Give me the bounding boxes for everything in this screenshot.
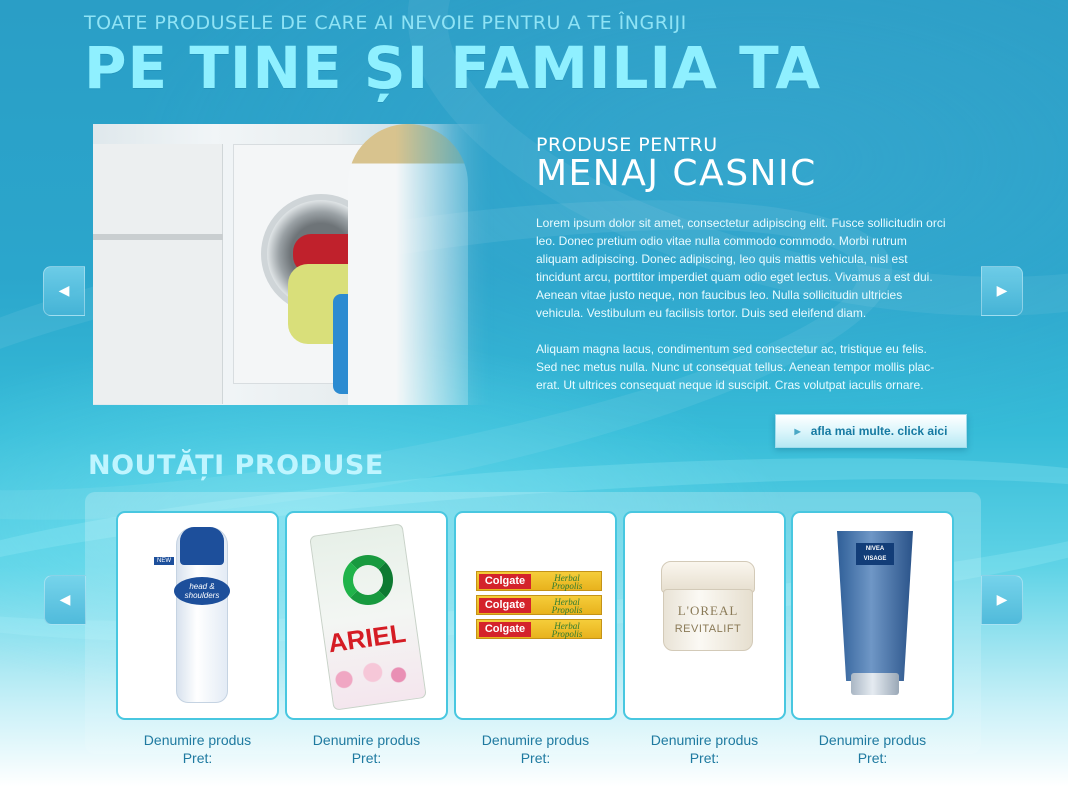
product-price: Pret:	[857, 750, 888, 766]
arrow-left-icon: ◀	[59, 592, 71, 608]
product-name[interactable]: Denumire produs	[285, 732, 448, 748]
new-badge: NEW	[154, 557, 174, 565]
hero-paragraph: Lorem ipsum dolor sit amet, consectetur …	[536, 216, 946, 320]
toothpaste-box-image: Colgate Herbal Propolis	[476, 595, 602, 615]
hero-paragraph: Aliquam magna lacus, condimentum sed con…	[536, 342, 935, 392]
product-name[interactable]: Denumire produs	[454, 732, 617, 748]
hero-prev-button[interactable]: ◀	[43, 266, 85, 316]
product-item: NEW head & shoulders Denumire produs Pre…	[116, 511, 279, 766]
hero-next-button[interactable]: ▶	[981, 266, 1023, 316]
product-price: Pret:	[689, 750, 720, 766]
product-name[interactable]: Denumire produs	[791, 732, 954, 748]
arrow-left-icon: ◀	[58, 283, 70, 299]
woman-figure	[348, 124, 468, 405]
product-price: Pret:	[182, 750, 213, 766]
product-card[interactable]: Colgate Herbal Propolis Colgate Herbal P…	[454, 511, 617, 720]
product-price: Pret:	[520, 750, 551, 766]
product-card[interactable]: ARIEL	[285, 511, 448, 720]
product-brand: L'OREAL	[677, 603, 739, 618]
product-item: Colgate Herbal Propolis Colgate Herbal P…	[454, 511, 617, 766]
arrow-right-icon: ▶	[996, 592, 1008, 608]
hero-image	[93, 124, 497, 405]
product-name[interactable]: Denumire produs	[116, 732, 279, 748]
hero-text: PRODUSE PENTRU MENAJ CASNIC Lorem ipsum …	[536, 134, 951, 394]
product-price: Pret:	[351, 750, 382, 766]
product-card[interactable]: NIVEA VISAGE	[791, 511, 954, 720]
product-card[interactable]: L'OREAL REVITALIFT	[623, 511, 786, 720]
product-card[interactable]: NEW head & shoulders	[116, 511, 279, 720]
product-item: ARIEL Denumire produs Pret:	[285, 511, 448, 766]
product-brand: head & shoulders	[174, 577, 230, 605]
product-item: L'OREAL REVITALIFT Denumire produs Pret:	[623, 511, 786, 766]
product-brand: Colgate	[479, 574, 531, 589]
products-next-button[interactable]: ▶	[981, 575, 1023, 625]
products-prev-button[interactable]: ◀	[44, 575, 86, 625]
product-item: NIVEA VISAGE Denumire produs Pret:	[791, 511, 954, 766]
product-name[interactable]: Denumire produs	[623, 732, 786, 748]
header-subtitle: TOATE PRODUSELE DE CARE AI NEVOIE PENTRU…	[84, 12, 687, 34]
header-title: PE TINE ȘI FAMILIA TA	[84, 34, 822, 102]
product-brand: NIVEA VISAGE	[856, 543, 894, 565]
bullet-icon: ▶	[794, 426, 801, 436]
arrow-right-icon: ▶	[996, 283, 1008, 299]
read-more-button[interactable]: ▶ afla mai multe. click aici	[775, 414, 967, 448]
toothpaste-box-image: Colgate Herbal Propolis	[476, 571, 602, 591]
toothpaste-box-image: Colgate Herbal Propolis	[476, 619, 602, 639]
hero-heading: MENAJ CASNIC	[536, 153, 817, 194]
section-title: NOUTĂȚI PRODUSE	[88, 450, 384, 481]
read-more-label: afla mai multe. click aici	[810, 424, 948, 438]
